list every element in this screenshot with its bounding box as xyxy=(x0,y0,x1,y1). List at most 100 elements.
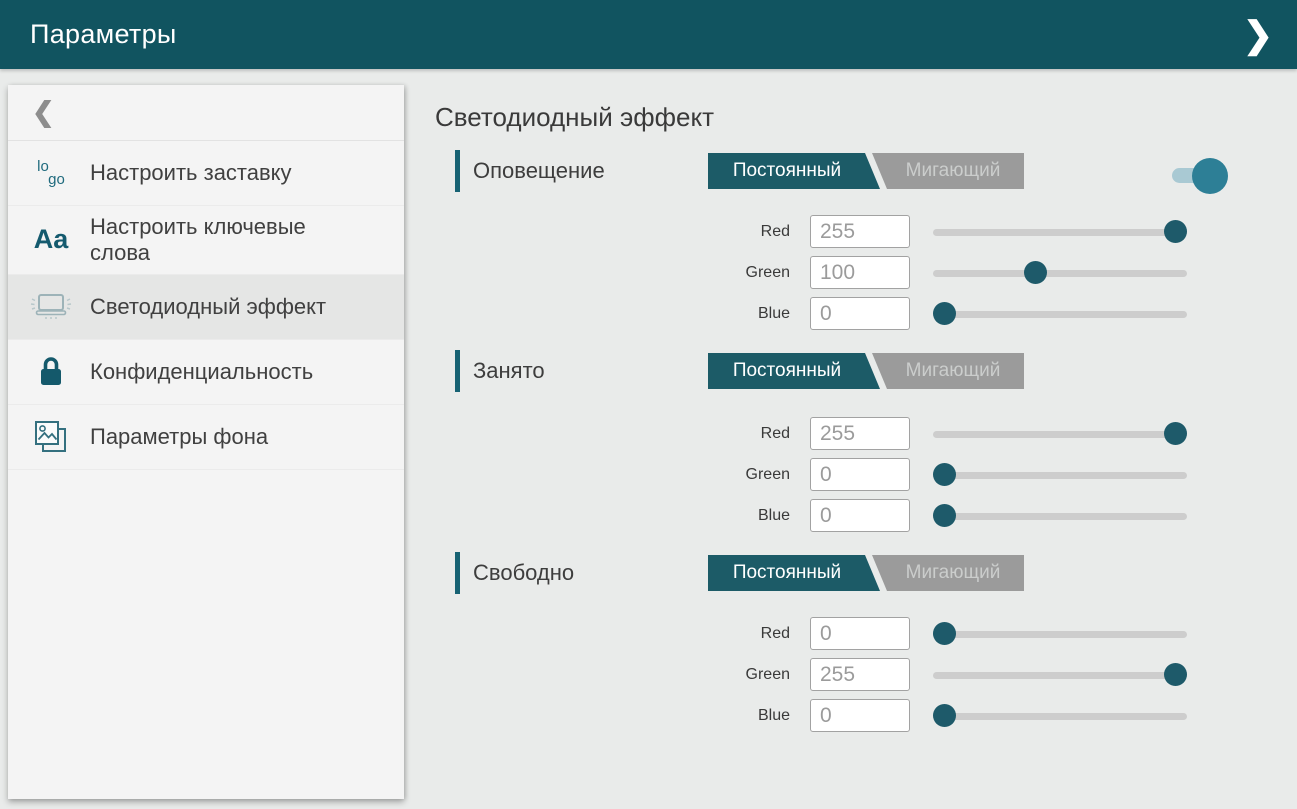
red-row: Red xyxy=(455,215,1215,251)
sidebar-item-privacy[interactable]: Конфиденциальность xyxy=(8,340,404,405)
section-label: Оповещение xyxy=(473,150,605,192)
red-slider[interactable] xyxy=(933,417,1187,451)
green-slider[interactable] xyxy=(933,458,1187,492)
slider-thumb[interactable] xyxy=(1164,220,1187,243)
mode-constant-button[interactable]: Постоянный xyxy=(708,555,880,591)
sidebar-item-label: Настроить ключевые слова xyxy=(90,214,362,266)
red-input[interactable] xyxy=(810,617,910,650)
blue-slider[interactable] xyxy=(933,699,1187,733)
mode-blinking-label: Мигающий xyxy=(906,160,1001,182)
display-glow-icon xyxy=(28,291,74,323)
sidebar-item-keywords[interactable]: Aa Настроить ключевые слова xyxy=(8,206,404,275)
blue-input[interactable] xyxy=(810,699,910,732)
slider-thumb[interactable] xyxy=(933,622,956,645)
slider-thumb[interactable] xyxy=(933,504,956,527)
sidebar-item-led-effect[interactable]: Светодиодный эффект xyxy=(8,275,404,340)
mode-constant-label: Постоянный xyxy=(733,160,841,182)
images-icon xyxy=(28,419,74,455)
green-input[interactable] xyxy=(810,256,910,289)
red-slider[interactable] xyxy=(933,215,1187,249)
mode-segmented-control: Постоянный Мигающий xyxy=(708,353,1024,389)
slider-thumb[interactable] xyxy=(933,302,956,325)
blue-row: Blue xyxy=(455,699,1215,735)
app-header: Параметры ❯ xyxy=(0,0,1297,69)
blue-input[interactable] xyxy=(810,499,910,532)
red-input[interactable] xyxy=(810,215,910,248)
lock-icon xyxy=(28,355,74,389)
slider-thumb[interactable] xyxy=(933,463,956,486)
slider-track xyxy=(933,631,1187,638)
slider-track xyxy=(933,713,1187,720)
green-label: Green xyxy=(455,658,790,691)
slider-thumb[interactable] xyxy=(1164,422,1187,445)
section-header: Оповещение xyxy=(455,150,605,192)
slider-track xyxy=(933,472,1187,479)
blue-label: Blue xyxy=(455,297,790,330)
sidebar-back-button[interactable]: ❮ xyxy=(8,85,404,141)
sidebar-item-background[interactable]: Параметры фона xyxy=(8,405,404,470)
blue-input[interactable] xyxy=(810,297,910,330)
slider-track xyxy=(933,513,1187,520)
mode-constant-label: Постоянный xyxy=(733,360,841,382)
section-label: Занято xyxy=(473,350,545,392)
slider-track xyxy=(933,270,1187,277)
slider-track xyxy=(933,311,1187,318)
red-slider[interactable] xyxy=(933,617,1187,651)
mode-blinking-button[interactable]: Мигающий xyxy=(872,153,1024,189)
section-notification: Оповещение Постоянный Мигающий Red Green xyxy=(455,150,1235,340)
green-slider[interactable] xyxy=(933,658,1187,692)
green-input[interactable] xyxy=(810,458,910,491)
red-label: Red xyxy=(455,215,790,248)
red-row: Red xyxy=(455,617,1215,653)
section-accent-bar xyxy=(455,552,460,594)
mode-constant-button[interactable]: Постоянный xyxy=(708,353,880,389)
mode-constant-button[interactable]: Постоянный xyxy=(708,153,880,189)
sidebar-item-label: Настроить заставку xyxy=(90,160,292,186)
notification-enable-switch[interactable] xyxy=(1172,158,1228,194)
slider-track xyxy=(933,431,1187,438)
text-aa-icon: Aa xyxy=(28,226,74,253)
section-label: Свободно xyxy=(473,552,574,594)
slider-thumb[interactable] xyxy=(933,704,956,727)
sidebar-item-label: Светодиодный эффект xyxy=(90,294,326,320)
blue-slider[interactable] xyxy=(933,499,1187,533)
sidebar-item-splash-screen[interactable]: logo Настроить заставку xyxy=(8,141,404,206)
mode-blinking-label: Мигающий xyxy=(906,360,1001,382)
mode-constant-label: Постоянный xyxy=(733,562,841,584)
mode-blinking-label: Мигающий xyxy=(906,562,1001,584)
section-header: Занято xyxy=(455,350,545,392)
blue-row: Blue xyxy=(455,499,1215,535)
collapse-panel-icon[interactable]: ❯ xyxy=(1243,17,1273,53)
slider-track xyxy=(933,672,1187,679)
blue-slider[interactable] xyxy=(933,297,1187,331)
red-input[interactable] xyxy=(810,417,910,450)
blue-row: Blue xyxy=(455,297,1215,333)
sidebar-item-label: Параметры фона xyxy=(90,424,268,450)
mode-segmented-control: Постоянный Мигающий xyxy=(708,555,1024,591)
green-input[interactable] xyxy=(810,658,910,691)
mode-blinking-button[interactable]: Мигающий xyxy=(872,555,1024,591)
green-slider[interactable] xyxy=(933,256,1187,290)
switch-knob xyxy=(1192,158,1228,194)
green-label: Green xyxy=(455,256,790,289)
sidebar-item-label: Конфиденциальность xyxy=(90,359,313,385)
settings-sidebar: ❮ logo Настроить заставку Aa Настроить к… xyxy=(8,85,404,799)
green-row: Green xyxy=(455,658,1215,694)
section-busy: Занято Постоянный Мигающий Red Green Blu… xyxy=(455,350,1235,540)
red-label: Red xyxy=(455,617,790,650)
slider-thumb[interactable] xyxy=(1024,261,1047,284)
mode-segmented-control: Постоянный Мигающий xyxy=(708,153,1024,189)
red-row: Red xyxy=(455,417,1215,453)
mode-blinking-button[interactable]: Мигающий xyxy=(872,353,1024,389)
section-header: Свободно xyxy=(455,552,574,594)
blue-label: Blue xyxy=(455,499,790,532)
section-accent-bar xyxy=(455,350,460,392)
slider-track xyxy=(933,229,1187,236)
back-chevron-icon: ❮ xyxy=(32,97,55,128)
blue-label: Blue xyxy=(455,699,790,732)
red-label: Red xyxy=(455,417,790,450)
led-effect-panel: Светодиодный эффект Оповещение Постоянны… xyxy=(435,69,1275,809)
logo-icon: logo xyxy=(28,160,74,186)
green-row: Green xyxy=(455,458,1215,494)
slider-thumb[interactable] xyxy=(1164,663,1187,686)
